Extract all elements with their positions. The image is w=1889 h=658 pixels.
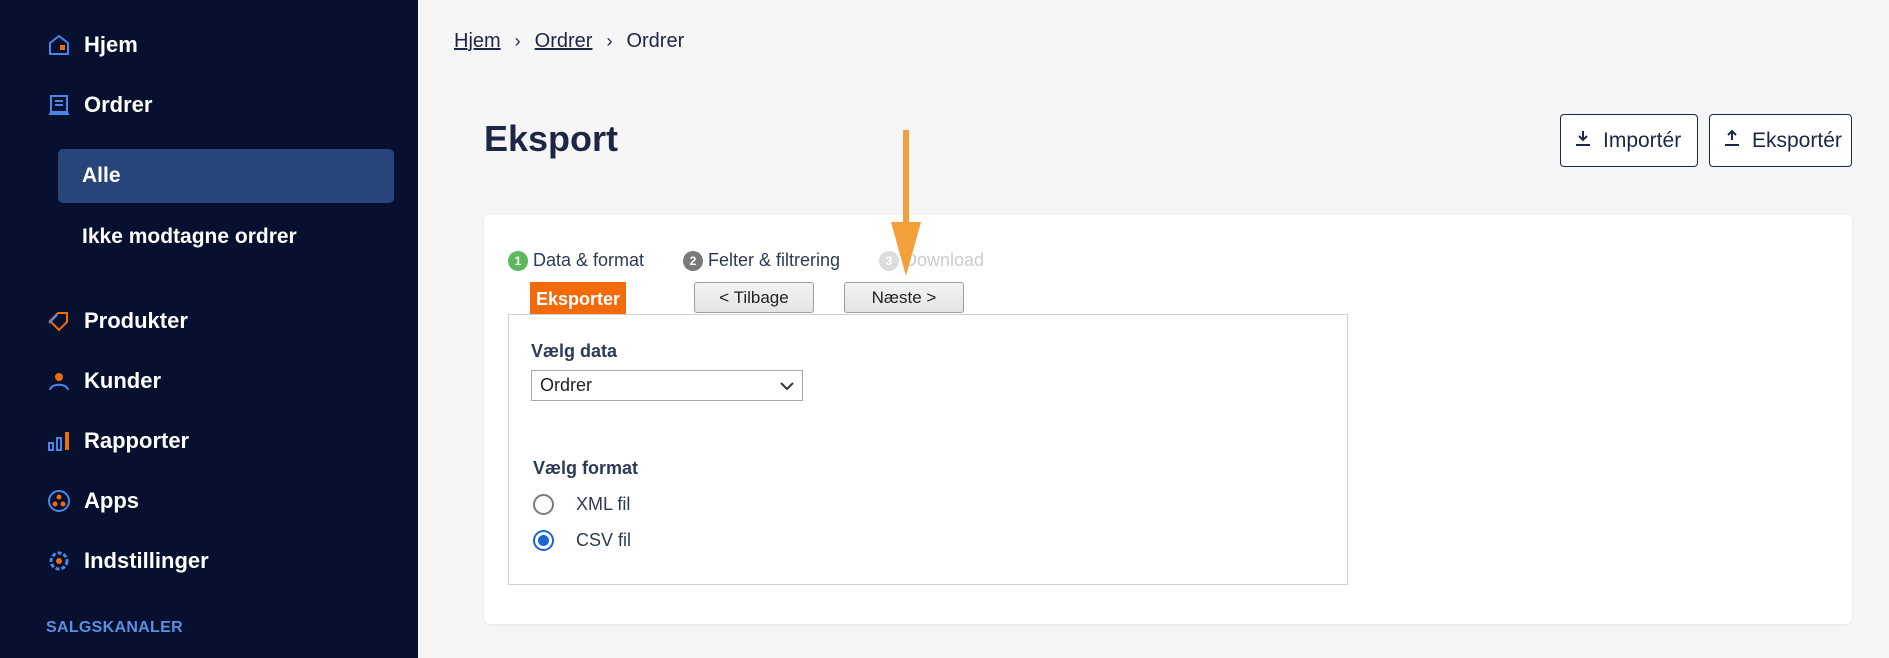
- orders-icon: [46, 92, 72, 118]
- data-select[interactable]: Ordrer: [531, 370, 803, 401]
- sidebar-item-label: Hjem: [84, 32, 138, 57]
- back-button[interactable]: < Tilbage: [694, 282, 814, 313]
- export-button-label: Eksportér: [1752, 128, 1842, 152]
- breadcrumb: Hjem › Ordrer › Ordrer: [454, 30, 684, 53]
- step-label: Download: [904, 250, 985, 270]
- step-number: 2: [683, 250, 703, 271]
- breadcrumb-home-link[interactable]: Hjem: [454, 30, 501, 53]
- data-select-value: Ordrer: [540, 375, 593, 395]
- home-icon: [46, 32, 72, 58]
- breadcrumb-current: Ordrer: [626, 30, 685, 52]
- step-label: Data & format: [533, 250, 645, 270]
- format-option-label: XML fil: [576, 494, 631, 514]
- sidebar-item-reports[interactable]: Rapporter: [46, 421, 189, 461]
- format-option-xml[interactable]: XML fil: [533, 494, 630, 515]
- upload-icon: [1724, 129, 1740, 153]
- csv-radio[interactable]: [533, 530, 554, 551]
- bar-chart-icon: [46, 428, 72, 454]
- step-number: 3: [879, 250, 899, 271]
- sidebar-item-label: Indstillinger: [84, 548, 209, 573]
- sidebar-item-label: Ordrer: [84, 92, 153, 117]
- xml-radio[interactable]: [533, 494, 554, 515]
- select-data-label: Vælg data: [531, 341, 618, 361]
- import-button-label: Importér: [1603, 128, 1682, 152]
- wizard-step-data-format: 1 Data & format: [508, 250, 644, 271]
- sidebar-subitem-label: Alle: [82, 164, 121, 187]
- step-number: 1: [508, 250, 528, 271]
- step-label: Felter & filtrering: [708, 250, 841, 270]
- wizard-step-fields-filter: 2 Felter & filtrering: [683, 250, 840, 271]
- select-format-label: Vælg format: [533, 458, 639, 478]
- import-button[interactable]: Importér: [1560, 114, 1698, 167]
- sidebar-subitem-all[interactable]: Alle: [58, 149, 394, 203]
- chevron-right-icon: ›: [514, 31, 521, 51]
- sidebar-item-label: Kunder: [84, 368, 161, 393]
- chevron-right-icon: ›: [606, 31, 613, 51]
- tag-icon: [46, 308, 72, 334]
- format-option-label: CSV fil: [576, 530, 632, 550]
- wizard-step-download: 3 Download: [879, 250, 984, 271]
- format-option-csv[interactable]: CSV fil: [533, 530, 631, 551]
- next-button[interactable]: Næste >: [844, 282, 964, 313]
- sidebar-item-settings[interactable]: Indstillinger: [46, 541, 209, 581]
- export-form-panel: [508, 314, 1348, 585]
- sidebar-subitem-not-received[interactable]: Ikke modtagne ordrer: [58, 210, 394, 264]
- sidebar-item-label: Produkter: [84, 308, 188, 333]
- person-icon: [46, 368, 72, 394]
- sidebar-item-apps[interactable]: Apps: [46, 481, 139, 521]
- sidebar-item-label: Apps: [84, 488, 139, 513]
- sidebar: Hjem Ordrer Alle Ikke modtagne ordrer Pr…: [0, 0, 418, 658]
- sidebar-item-customers[interactable]: Kunder: [46, 361, 161, 401]
- sidebar-subitem-label: Ikke modtagne ordrer: [82, 225, 297, 248]
- gear-icon: [46, 548, 72, 574]
- sidebar-item-label: Rapporter: [84, 428, 190, 453]
- sidebar-item-products[interactable]: Produkter: [46, 301, 188, 341]
- export-tab[interactable]: Eksporter: [530, 282, 626, 316]
- sidebar-item-orders[interactable]: Ordrer: [46, 85, 152, 125]
- page-title: Eksport: [484, 118, 619, 159]
- sidebar-item-home[interactable]: Hjem: [46, 25, 138, 65]
- chevron-down-icon: [780, 375, 794, 396]
- download-icon: [1575, 129, 1591, 153]
- breadcrumb-orders-link[interactable]: Ordrer: [535, 30, 593, 53]
- sales-channels-heading: SALGSKANALER: [46, 619, 183, 636]
- export-button[interactable]: Eksportér: [1709, 114, 1852, 167]
- apps-icon: [46, 488, 72, 514]
